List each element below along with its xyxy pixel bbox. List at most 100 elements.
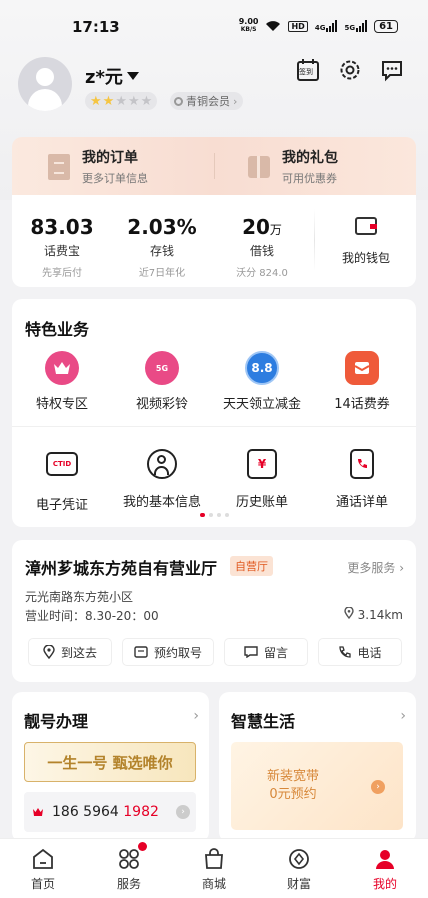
navigate-button[interactable]: 到这去 bbox=[28, 638, 112, 666]
pager-dot bbox=[209, 513, 213, 517]
tab-wealth[interactable]: 财富 bbox=[256, 847, 342, 892]
network-speed: 9.00 KB/S bbox=[239, 18, 259, 34]
orders-subtitle: 更多订单信息 bbox=[82, 172, 148, 185]
caret-down-icon bbox=[126, 72, 139, 80]
notification-dot bbox=[138, 842, 147, 851]
orders-title: 我的订单 bbox=[82, 150, 138, 166]
asset-subtitle: 先享后付 bbox=[42, 268, 82, 279]
tab-services[interactable]: 服务 bbox=[86, 842, 172, 892]
more-services-link[interactable]: 更多服务 › bbox=[347, 559, 404, 576]
my-gifts[interactable]: 我的礼包 可用优惠券 bbox=[248, 147, 338, 186]
asset-subtitle: 沃分 824.0 bbox=[236, 268, 288, 279]
speed-unit: KB/S bbox=[240, 26, 257, 33]
service-history-bill[interactable]: ¥ 历史账单 bbox=[212, 447, 312, 510]
asset-value: 2.03% bbox=[127, 215, 197, 239]
wallet-label: 我的钱包 bbox=[341, 251, 390, 265]
status-indicators: 9.00 KB/S HD 4G 5G 61 bbox=[239, 18, 398, 34]
service-daily-discount[interactable]: 8.8 天天领立减金 bbox=[212, 351, 312, 412]
pager-dot bbox=[217, 513, 221, 517]
service-label: 天天领立减金 bbox=[222, 397, 301, 412]
number-prefix: 186 5964 bbox=[52, 804, 124, 820]
message-icon bbox=[382, 61, 402, 82]
store-address: 元光南路东方苑小区 bbox=[25, 590, 134, 604]
chevron-right-icon: › bbox=[233, 94, 238, 108]
service-phone-voucher[interactable]: 14话费券 bbox=[312, 351, 412, 412]
service-privilege-zone[interactable]: 特权专区 bbox=[12, 351, 112, 412]
phone-icon bbox=[339, 645, 352, 658]
service-e-certificate[interactable]: CTID 电子凭证 bbox=[12, 447, 112, 513]
bottom-tab-bar: 首页 服务 商城 财富 我的 bbox=[0, 838, 428, 898]
number-text: 186 5964 1982 bbox=[52, 804, 159, 820]
number-card-title: 靓号办理 bbox=[24, 712, 89, 731]
location-pin-icon bbox=[344, 606, 358, 622]
service-video-ringtone[interactable]: 5G 视频彩铃 bbox=[112, 351, 212, 412]
arrow-right-icon: › bbox=[371, 780, 385, 794]
user-info-icon bbox=[147, 449, 177, 479]
tab-shop[interactable]: 商城 bbox=[171, 847, 257, 892]
tab-mine[interactable]: 我的 bbox=[342, 847, 428, 892]
call-record-icon bbox=[350, 449, 374, 479]
battery-indicator: 61 bbox=[374, 19, 398, 33]
settings-button[interactable] bbox=[338, 58, 362, 82]
user-name-switcher[interactable]: z*元 bbox=[85, 63, 139, 89]
location-pin-icon bbox=[43, 645, 55, 659]
assets-separator bbox=[314, 209, 315, 271]
gear-icon bbox=[340, 60, 360, 80]
store-hours: 营业时间：8.30-20：00 bbox=[25, 609, 159, 623]
asset-value: 20万 bbox=[242, 215, 282, 239]
number-slogan-banner[interactable]: 一生一号 甄选唯你 bbox=[24, 742, 196, 782]
status-time: 17:13 bbox=[72, 18, 120, 36]
service-label: 特权专区 bbox=[35, 397, 88, 412]
avatar[interactable] bbox=[18, 57, 72, 111]
member-level-badge[interactable]: 青铜会员 › bbox=[170, 92, 244, 110]
store-tag: 自营厅 bbox=[230, 556, 273, 576]
pager-dot bbox=[200, 513, 205, 517]
asset-borrow[interactable]: 20万 借钱 沃分 824.0 bbox=[212, 215, 312, 279]
ticket-icon bbox=[134, 646, 148, 658]
chevron-right-icon: › bbox=[400, 708, 406, 724]
profile-icon bbox=[376, 850, 394, 869]
tab-label: 服务 bbox=[116, 877, 141, 891]
leave-message-button[interactable]: 留言 bbox=[224, 638, 308, 666]
star-icon: ★ bbox=[115, 93, 127, 109]
member-level-label: 青铜会员 bbox=[186, 95, 230, 108]
call-button[interactable]: 电话 bbox=[318, 638, 402, 666]
coin-icon: 8.8 bbox=[245, 351, 279, 385]
my-wallet[interactable]: 我的钱包 bbox=[330, 217, 402, 266]
services-pager bbox=[200, 513, 229, 517]
asset-label: 借钱 bbox=[249, 244, 274, 258]
checkin-button[interactable]: 签到 bbox=[296, 58, 320, 82]
broadband-promo[interactable]: 新装宽带 0元预约 › bbox=[231, 742, 403, 830]
asset-savings[interactable]: 2.03% 存钱 近7日年化 bbox=[112, 215, 212, 279]
star-icon: ★ bbox=[140, 93, 153, 109]
pager-dot bbox=[225, 513, 229, 517]
tab-home[interactable]: 首页 bbox=[0, 847, 86, 892]
star-rating[interactable]: ★ ★ ★ ★ ★ bbox=[85, 92, 158, 110]
service-call-details[interactable]: 通话详单 bbox=[312, 447, 412, 510]
reserve-ticket-button[interactable]: 预约取号 bbox=[122, 638, 214, 666]
services-title: 特色业务 bbox=[25, 320, 90, 339]
service-basic-info[interactable]: 我的基本信息 bbox=[112, 447, 212, 510]
bill-icon: ¥ bbox=[247, 449, 277, 479]
crown-icon bbox=[45, 351, 79, 385]
featured-number[interactable]: 186 5964 1982 › bbox=[24, 792, 196, 832]
bell-icon: 5G bbox=[145, 351, 179, 385]
store-name: 漳州芗城东方苑自有营业厅 bbox=[25, 559, 218, 578]
asset-label: 存钱 bbox=[149, 244, 174, 258]
chevron-right-icon: › bbox=[193, 708, 199, 724]
number-service-card[interactable]: 靓号办理 › 一生一号 甄选唯你 186 5964 1982 › bbox=[12, 692, 209, 842]
arrow-right-icon: › bbox=[176, 805, 190, 819]
promo-line2: 0元预约 bbox=[269, 787, 317, 802]
smart-life-card[interactable]: 智慧生活 › 新装宽带 0元预约 › bbox=[219, 692, 416, 842]
life-card-title: 智慧生活 bbox=[231, 712, 296, 731]
asset-huafeibao[interactable]: 83.03 话费宝 先享后付 bbox=[12, 215, 112, 279]
tab-label: 我的 bbox=[372, 877, 397, 891]
promo-line1: 新装宽带 bbox=[267, 769, 320, 784]
signal-bars-icon bbox=[326, 20, 338, 32]
messages-button[interactable] bbox=[380, 58, 404, 82]
banner-divider bbox=[214, 153, 215, 179]
my-orders[interactable]: 我的订单 更多订单信息 bbox=[48, 147, 148, 186]
service-label: 14话费券 bbox=[334, 397, 390, 412]
medal-icon bbox=[174, 96, 183, 106]
net-label-5g: 5G bbox=[344, 24, 356, 32]
